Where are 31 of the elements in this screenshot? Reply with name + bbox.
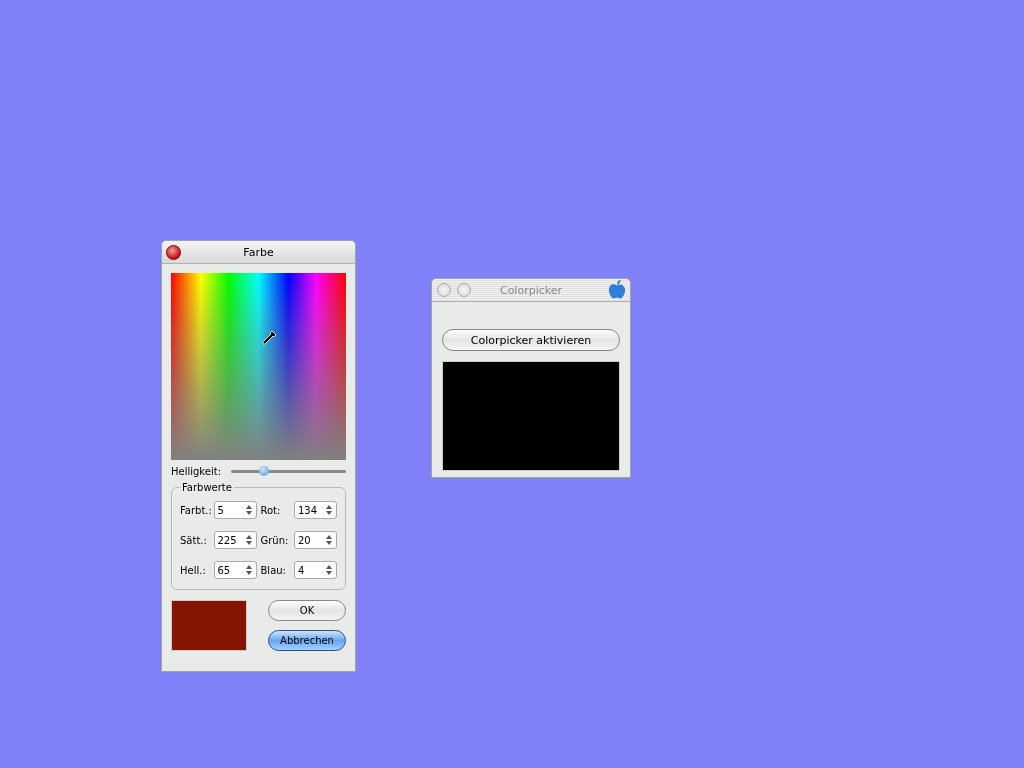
window-title: Farbe <box>242 245 275 259</box>
field-label: Farbt.: <box>180 504 212 516</box>
number-field[interactable]: 225 <box>213 531 257 549</box>
field-label: Blau: <box>260 564 286 576</box>
color-spectrum[interactable] <box>171 273 346 460</box>
stepper-icon[interactable] <box>325 504 333 516</box>
ok-button[interactable]: OK <box>268 600 346 621</box>
eyedropper-icon <box>261 330 277 346</box>
stepper-icon[interactable] <box>325 564 333 576</box>
field-label: Grün: <box>260 534 289 546</box>
brightness-label: Helligkeit: <box>171 465 222 477</box>
close-button[interactable] <box>166 244 181 260</box>
apple-logo-icon <box>608 280 626 300</box>
number-field[interactable]: 4 <box>294 561 337 579</box>
number-field[interactable]: 5 <box>213 501 257 519</box>
field-label: Hell.: <box>180 564 206 576</box>
stepper-icon[interactable] <box>244 564 253 576</box>
number-field[interactable]: 134 <box>294 501 337 519</box>
number-field[interactable]: 65 <box>213 561 257 579</box>
brightness-slider[interactable] <box>231 469 346 473</box>
stepper-icon[interactable] <box>244 504 253 516</box>
field-label: Sätt.: <box>180 534 207 546</box>
number-field[interactable]: 20 <box>294 531 337 549</box>
slider-thumb[interactable] <box>259 465 270 476</box>
field-label: Rot: <box>260 504 281 516</box>
stepper-icon[interactable] <box>325 534 333 546</box>
window-title: Colorpicker <box>498 283 564 297</box>
cancel-button[interactable]: Abbrechen <box>268 630 346 651</box>
group-title: Farbwerte <box>181 482 233 493</box>
activate-colorpicker-button[interactable]: Colorpicker aktivieren <box>442 329 620 351</box>
stepper-icon[interactable] <box>244 534 253 546</box>
